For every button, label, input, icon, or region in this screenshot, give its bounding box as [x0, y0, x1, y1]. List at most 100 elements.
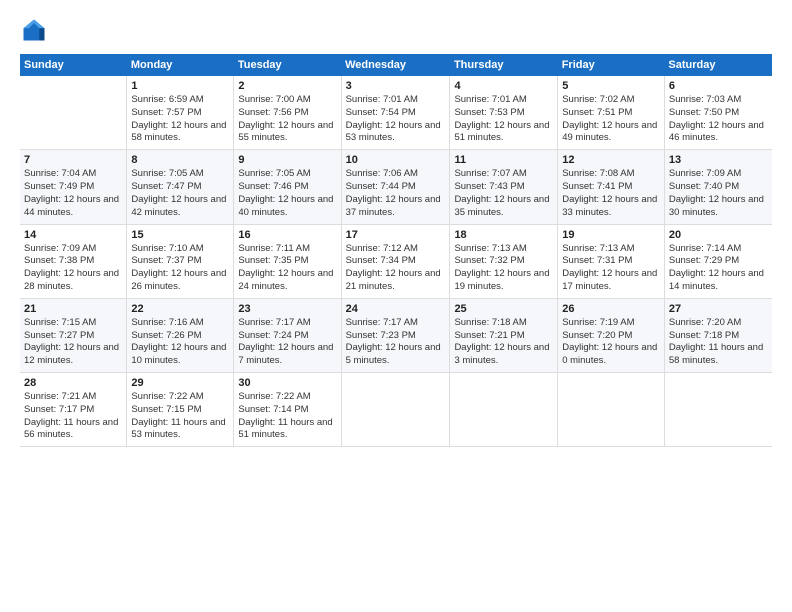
calendar-header-sunday: Sunday — [20, 54, 127, 76]
day-number: 10 — [346, 154, 446, 166]
day-number: 29 — [131, 377, 229, 389]
calendar-header-row: SundayMondayTuesdayWednesdayThursdayFrid… — [20, 54, 772, 76]
calendar-cell: 8 Sunrise: 7:05 AM Sunset: 7:47 PM Daylig… — [127, 150, 234, 224]
day-info: Sunrise: 7:05 AM Sunset: 7:46 PM Dayligh… — [238, 168, 336, 219]
day-info: Sunrise: 7:12 AM Sunset: 7:34 PM Dayligh… — [346, 243, 446, 294]
day-number: 7 — [24, 154, 122, 166]
day-info: Sunrise: 7:08 AM Sunset: 7:41 PM Dayligh… — [562, 168, 660, 219]
calendar-header-wednesday: Wednesday — [341, 54, 450, 76]
day-number: 12 — [562, 154, 660, 166]
day-info: Sunrise: 7:20 AM Sunset: 7:18 PM Dayligh… — [669, 317, 768, 368]
day-info: Sunrise: 6:59 AM Sunset: 7:57 PM Dayligh… — [131, 94, 229, 145]
day-info: Sunrise: 7:07 AM Sunset: 7:43 PM Dayligh… — [454, 168, 553, 219]
day-number: 18 — [454, 229, 553, 241]
calendar-cell — [450, 373, 558, 447]
calendar-cell: 28Sunrise: 7:21 AM Sunset: 7:17 PM Dayli… — [20, 373, 127, 447]
day-number: 24 — [346, 303, 446, 315]
calendar-week-row: 28Sunrise: 7:21 AM Sunset: 7:17 PM Dayli… — [20, 373, 772, 447]
calendar-cell: 3 Sunrise: 7:01 AM Sunset: 7:54 PM Daylig… — [341, 76, 450, 150]
calendar-cell: 13 Sunrise: 7:09 AM Sunset: 7:40 PM Dayli… — [664, 150, 772, 224]
calendar-cell: 20 Sunrise: 7:14 AM Sunset: 7:29 PM Dayli… — [664, 224, 772, 298]
day-info: Sunrise: 7:14 AM Sunset: 7:29 PM Dayligh… — [669, 243, 768, 294]
day-info: Sunrise: 7:01 AM Sunset: 7:54 PM Dayligh… — [346, 94, 446, 145]
day-info: Sunrise: 7:04 AM Sunset: 7:49 PM Dayligh… — [24, 168, 122, 219]
calendar-header-tuesday: Tuesday — [234, 54, 341, 76]
page: SundayMondayTuesdayWednesdayThursdayFrid… — [0, 0, 792, 612]
calendar-cell — [664, 373, 772, 447]
day-info: Sunrise: 7:09 AM Sunset: 7:40 PM Dayligh… — [669, 168, 768, 219]
day-info: Sunrise: 7:22 AM Sunset: 7:15 PM Dayligh… — [131, 391, 229, 442]
calendar-cell — [558, 373, 665, 447]
calendar-cell: 29 Sunrise: 7:22 AM Sunset: 7:15 PM Dayli… — [127, 373, 234, 447]
calendar-cell: 22 Sunrise: 7:16 AM Sunset: 7:26 PM Dayli… — [127, 298, 234, 372]
calendar-cell: 9 Sunrise: 7:05 AM Sunset: 7:46 PM Daylig… — [234, 150, 341, 224]
calendar-cell: 1 Sunrise: 6:59 AM Sunset: 7:57 PM Daylig… — [127, 76, 234, 150]
day-number: 25 — [454, 303, 553, 315]
calendar-cell: 25 Sunrise: 7:18 AM Sunset: 7:21 PM Dayli… — [450, 298, 558, 372]
day-info: Sunrise: 7:21 AM Sunset: 7:17 PM Dayligh… — [24, 391, 122, 442]
calendar-cell: 7 Sunrise: 7:04 AM Sunset: 7:49 PM Daylig… — [20, 150, 127, 224]
header — [20, 16, 772, 44]
day-info: Sunrise: 7:17 AM Sunset: 7:24 PM Dayligh… — [238, 317, 336, 368]
day-info: Sunrise: 7:15 AM Sunset: 7:27 PM Dayligh… — [24, 317, 122, 368]
calendar-cell — [341, 373, 450, 447]
day-info: Sunrise: 7:00 AM Sunset: 7:56 PM Dayligh… — [238, 94, 336, 145]
calendar-cell: 24 Sunrise: 7:17 AM Sunset: 7:23 PM Dayli… — [341, 298, 450, 372]
calendar-cell: 16 Sunrise: 7:11 AM Sunset: 7:35 PM Dayli… — [234, 224, 341, 298]
calendar-cell: 23 Sunrise: 7:17 AM Sunset: 7:24 PM Dayli… — [234, 298, 341, 372]
calendar-cell: 30 Sunrise: 7:22 AM Sunset: 7:14 PM Dayli… — [234, 373, 341, 447]
calendar-table: SundayMondayTuesdayWednesdayThursdayFrid… — [20, 54, 772, 447]
day-number: 30 — [238, 377, 336, 389]
day-number: 16 — [238, 229, 336, 241]
day-info: Sunrise: 7:18 AM Sunset: 7:21 PM Dayligh… — [454, 317, 553, 368]
logo — [20, 16, 52, 44]
calendar-cell: 21Sunrise: 7:15 AM Sunset: 7:27 PM Dayli… — [20, 298, 127, 372]
day-number: 11 — [454, 154, 553, 166]
day-number: 20 — [669, 229, 768, 241]
day-info: Sunrise: 7:10 AM Sunset: 7:37 PM Dayligh… — [131, 243, 229, 294]
calendar-cell: 27Sunrise: 7:20 AM Sunset: 7:18 PM Dayli… — [664, 298, 772, 372]
day-number: 9 — [238, 154, 336, 166]
calendar-cell: 17 Sunrise: 7:12 AM Sunset: 7:34 PM Dayli… — [341, 224, 450, 298]
calendar-cell: 2 Sunrise: 7:00 AM Sunset: 7:56 PM Daylig… — [234, 76, 341, 150]
calendar-cell: 14 Sunrise: 7:09 AM Sunset: 7:38 PM Dayli… — [20, 224, 127, 298]
day-info: Sunrise: 7:02 AM Sunset: 7:51 PM Dayligh… — [562, 94, 660, 145]
calendar-header-monday: Monday — [127, 54, 234, 76]
day-number: 4 — [454, 80, 553, 92]
day-number: 14 — [24, 229, 122, 241]
calendar-cell: 5 Sunrise: 7:02 AM Sunset: 7:51 PM Daylig… — [558, 76, 665, 150]
day-number: 15 — [131, 229, 229, 241]
calendar-cell: 6Sunrise: 7:03 AM Sunset: 7:50 PM Daylig… — [664, 76, 772, 150]
day-number: 1 — [131, 80, 229, 92]
day-info: Sunrise: 7:17 AM Sunset: 7:23 PM Dayligh… — [346, 317, 446, 368]
calendar-cell — [20, 76, 127, 150]
day-info: Sunrise: 7:16 AM Sunset: 7:26 PM Dayligh… — [131, 317, 229, 368]
day-number: 3 — [346, 80, 446, 92]
calendar-cell: 10 Sunrise: 7:06 AM Sunset: 7:44 PM Dayli… — [341, 150, 450, 224]
day-info: Sunrise: 7:19 AM Sunset: 7:20 PM Dayligh… — [562, 317, 660, 368]
day-number: 13 — [669, 154, 768, 166]
calendar-week-row: 14 Sunrise: 7:09 AM Sunset: 7:38 PM Dayli… — [20, 224, 772, 298]
calendar-week-row: 1 Sunrise: 6:59 AM Sunset: 7:57 PM Daylig… — [20, 76, 772, 150]
day-info: Sunrise: 7:06 AM Sunset: 7:44 PM Dayligh… — [346, 168, 446, 219]
calendar-cell: 11 Sunrise: 7:07 AM Sunset: 7:43 PM Dayli… — [450, 150, 558, 224]
calendar-header-friday: Friday — [558, 54, 665, 76]
day-info: Sunrise: 7:05 AM Sunset: 7:47 PM Dayligh… — [131, 168, 229, 219]
day-number: 17 — [346, 229, 446, 241]
day-info: Sunrise: 7:11 AM Sunset: 7:35 PM Dayligh… — [238, 243, 336, 294]
day-number: 5 — [562, 80, 660, 92]
day-number: 22 — [131, 303, 229, 315]
calendar-week-row: 21Sunrise: 7:15 AM Sunset: 7:27 PM Dayli… — [20, 298, 772, 372]
calendar-cell: 15 Sunrise: 7:10 AM Sunset: 7:37 PM Dayli… — [127, 224, 234, 298]
day-info: Sunrise: 7:03 AM Sunset: 7:50 PM Dayligh… — [669, 94, 768, 145]
day-info: Sunrise: 7:09 AM Sunset: 7:38 PM Dayligh… — [24, 243, 122, 294]
calendar-cell: 18 Sunrise: 7:13 AM Sunset: 7:32 PM Dayli… — [450, 224, 558, 298]
day-number: 23 — [238, 303, 336, 315]
day-info: Sunrise: 7:13 AM Sunset: 7:32 PM Dayligh… — [454, 243, 553, 294]
calendar-week-row: 7 Sunrise: 7:04 AM Sunset: 7:49 PM Daylig… — [20, 150, 772, 224]
day-number: 2 — [238, 80, 336, 92]
day-info: Sunrise: 7:22 AM Sunset: 7:14 PM Dayligh… — [238, 391, 336, 442]
calendar-header-saturday: Saturday — [664, 54, 772, 76]
day-info: Sunrise: 7:13 AM Sunset: 7:31 PM Dayligh… — [562, 243, 660, 294]
day-number: 8 — [131, 154, 229, 166]
